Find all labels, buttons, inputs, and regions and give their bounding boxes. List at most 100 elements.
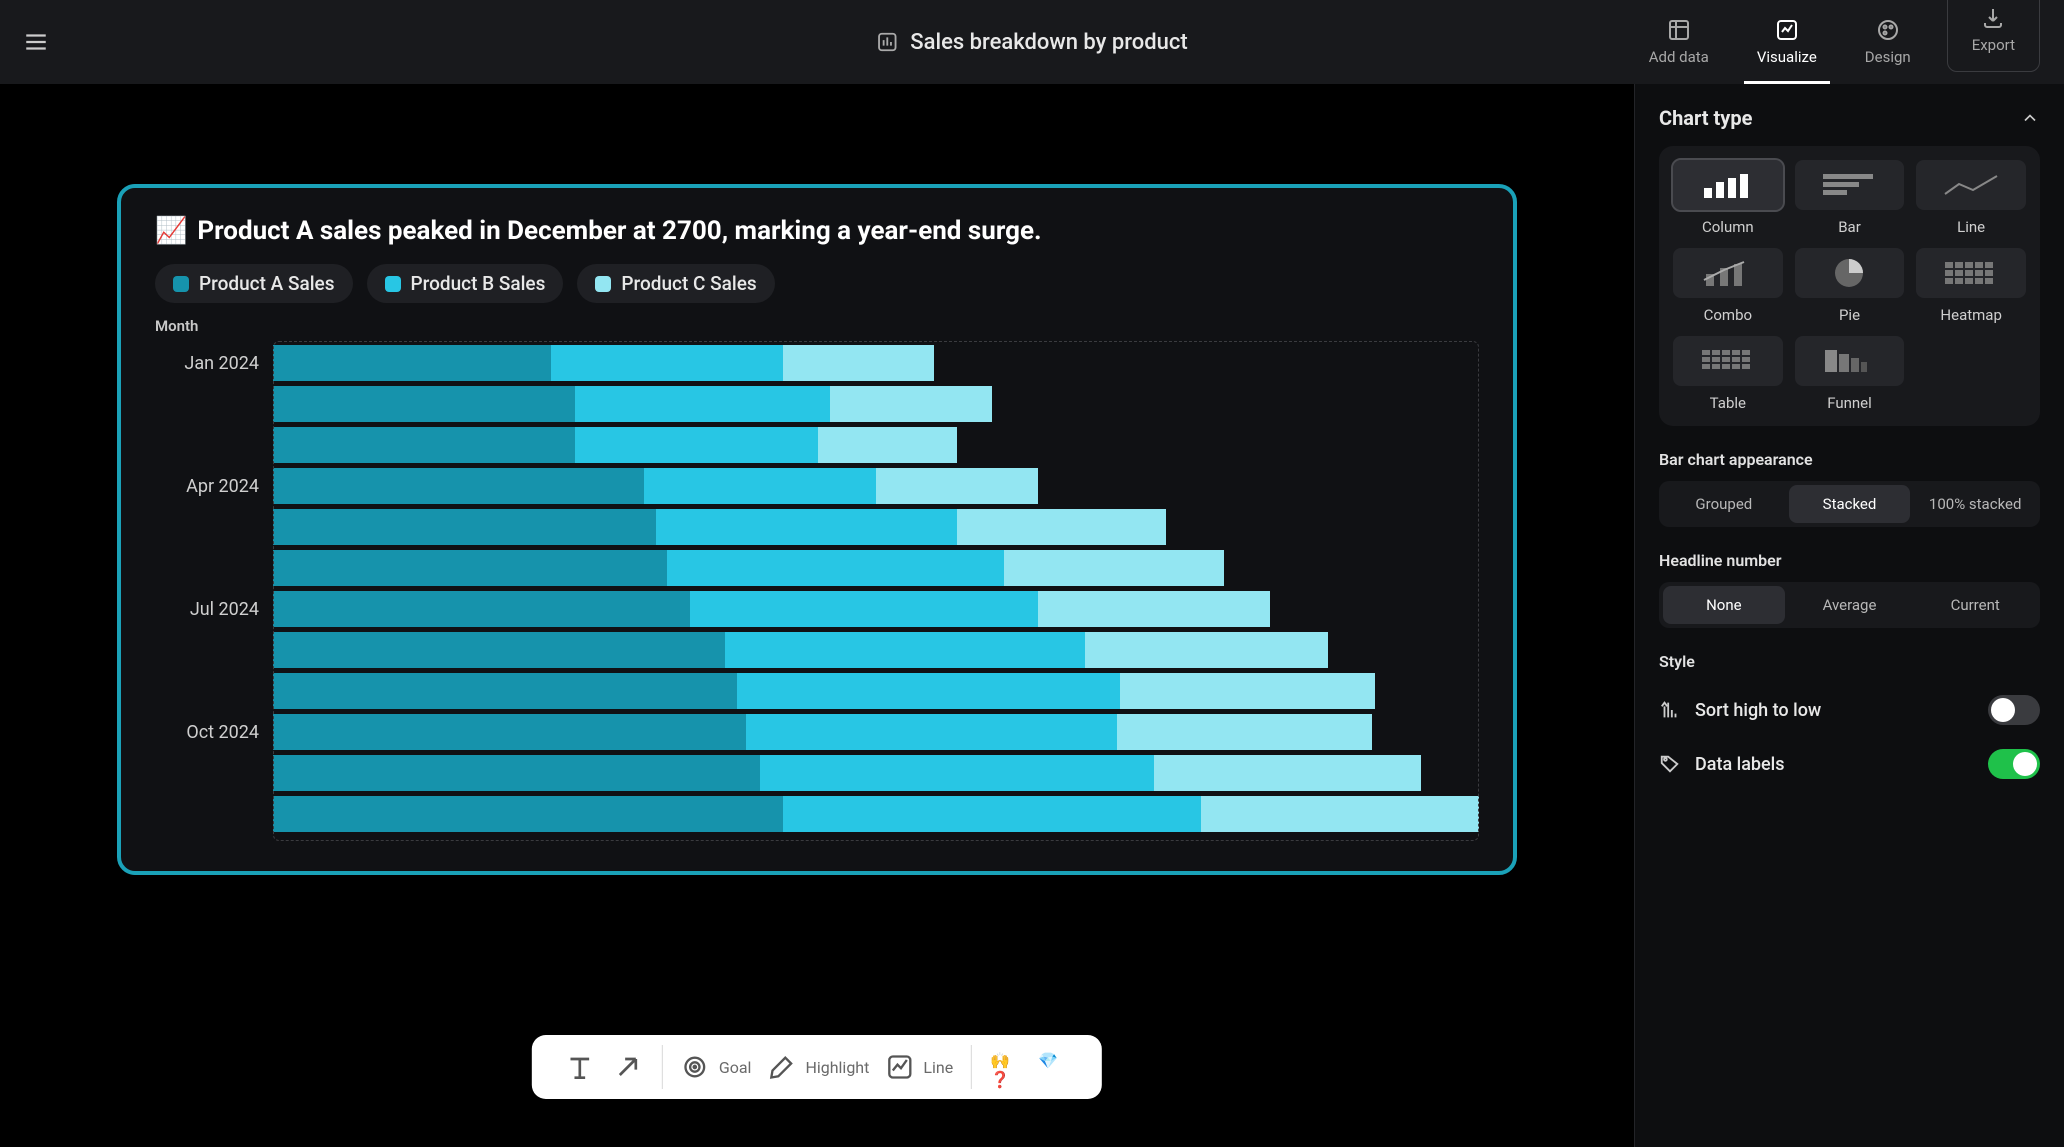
- headline-average[interactable]: Average: [1789, 586, 1911, 624]
- bar-segment[interactable]: [737, 673, 1120, 709]
- arrow-tool-button[interactable]: [612, 1051, 644, 1083]
- bar-segment[interactable]: [273, 796, 783, 832]
- bar-segment[interactable]: [273, 345, 551, 381]
- bar-segment[interactable]: [273, 632, 725, 668]
- bar-icon: [1795, 160, 1905, 210]
- chart-type-bar[interactable]: Bar: [1795, 160, 1905, 236]
- bar-segment[interactable]: [760, 755, 1154, 791]
- bar-row[interactable]: [273, 673, 1479, 709]
- y-tick: Apr 2024: [155, 468, 273, 504]
- headline-toggle: None Average Current: [1659, 582, 2040, 628]
- bar-segment[interactable]: [783, 345, 934, 381]
- bar-segment[interactable]: [818, 427, 957, 463]
- text-tool-button[interactable]: [564, 1051, 596, 1083]
- bar-segment[interactable]: [273, 714, 746, 750]
- chart-type-line[interactable]: Line: [1916, 160, 2026, 236]
- style-title: Style: [1659, 652, 2040, 671]
- y-tick: Jan 2024: [155, 345, 273, 381]
- bar-segment[interactable]: [667, 550, 1003, 586]
- bar-segment[interactable]: [644, 468, 876, 504]
- bar-segment[interactable]: [575, 427, 819, 463]
- bar-segment[interactable]: [690, 591, 1038, 627]
- tab-design[interactable]: Design: [1841, 0, 1935, 84]
- bar-row[interactable]: [273, 714, 1479, 750]
- bar-segment[interactable]: [830, 386, 992, 422]
- bar-segment[interactable]: [273, 755, 760, 791]
- button-label: Highlight: [805, 1058, 869, 1077]
- bar-row[interactable]: [273, 632, 1479, 668]
- legend-item[interactable]: Product A Sales: [155, 264, 353, 303]
- bar-segment[interactable]: [1004, 550, 1224, 586]
- bar-segment[interactable]: [273, 386, 575, 422]
- export-button[interactable]: Export: [1947, 0, 2040, 72]
- line-button[interactable]: Line: [885, 1053, 953, 1081]
- combo-icon: [1673, 248, 1783, 298]
- data-labels-label: Data labels: [1695, 754, 1974, 775]
- chart-emoji-icon: 📈: [155, 216, 187, 246]
- appearance-stacked[interactable]: Stacked: [1789, 485, 1911, 523]
- bar-segment[interactable]: [1117, 714, 1372, 750]
- bar-row[interactable]: [273, 755, 1479, 791]
- legend-item[interactable]: Product B Sales: [367, 264, 564, 303]
- legend-item[interactable]: Product C Sales: [577, 264, 774, 303]
- data-labels-toggle[interactable]: [1988, 749, 2040, 779]
- chart-type-table[interactable]: Table: [1673, 336, 1783, 412]
- menu-button[interactable]: [16, 22, 56, 62]
- bar-segment[interactable]: [876, 468, 1038, 504]
- type-label: Column: [1702, 218, 1754, 236]
- chart-card[interactable]: 📈 Product A sales peaked in December at …: [117, 184, 1517, 875]
- bar-segment[interactable]: [783, 796, 1200, 832]
- bar-segment[interactable]: [957, 509, 1166, 545]
- bar-row[interactable]: [273, 550, 1479, 586]
- sort-icon: [1659, 699, 1681, 721]
- headline-none[interactable]: None: [1663, 586, 1785, 624]
- bar-segment[interactable]: [746, 714, 1117, 750]
- bar-segment[interactable]: [273, 427, 575, 463]
- sticker-diamond-icon[interactable]: 💎: [1038, 1051, 1070, 1083]
- bar-row[interactable]: [273, 591, 1479, 627]
- goal-button[interactable]: Goal: [681, 1053, 752, 1081]
- bar-segment[interactable]: [1154, 755, 1421, 791]
- sticker-hands-icon[interactable]: 🙌❓: [990, 1051, 1022, 1083]
- y-tick: Oct 2024: [155, 714, 273, 750]
- tab-label: Add data: [1649, 48, 1709, 66]
- highlight-button[interactable]: Highlight: [767, 1053, 869, 1081]
- bar-segment[interactable]: [273, 591, 690, 627]
- funnel-icon: [1795, 336, 1905, 386]
- chart-type-combo[interactable]: Combo: [1673, 248, 1783, 324]
- bar-segment[interactable]: [656, 509, 958, 545]
- bar-segment[interactable]: [273, 673, 737, 709]
- tab-add-data[interactable]: Add data: [1625, 0, 1733, 84]
- sort-label: Sort high to low: [1695, 700, 1974, 721]
- bar-segment[interactable]: [1201, 796, 1479, 832]
- bar-row[interactable]: [273, 427, 1479, 463]
- bar-row[interactable]: [273, 386, 1479, 422]
- chart-headline: Product A sales peaked in December at 27…: [197, 216, 1041, 246]
- section-chart-type[interactable]: Chart type: [1659, 106, 2040, 130]
- bar-row[interactable]: [273, 796, 1479, 832]
- bar-segment[interactable]: [273, 509, 656, 545]
- bar-segment[interactable]: [273, 550, 667, 586]
- bar-segment[interactable]: [1038, 591, 1270, 627]
- headline-current[interactable]: Current: [1914, 586, 2036, 624]
- appearance-100stacked[interactable]: 100% stacked: [1914, 485, 2036, 523]
- bar-row[interactable]: [273, 509, 1479, 545]
- bar-segment[interactable]: [273, 468, 644, 504]
- bar-row[interactable]: [273, 345, 1479, 381]
- chart-type-funnel[interactable]: Funnel: [1795, 336, 1905, 412]
- bar-segment[interactable]: [551, 345, 783, 381]
- bar-segment[interactable]: [1120, 673, 1375, 709]
- legend-label: Product A Sales: [199, 272, 335, 295]
- chart-type-column[interactable]: Column: [1673, 160, 1783, 236]
- appearance-grouped[interactable]: Grouped: [1663, 485, 1785, 523]
- bar-segment[interactable]: [725, 632, 1084, 668]
- bar-segment[interactable]: [1085, 632, 1329, 668]
- chart-type-pie[interactable]: Pie: [1795, 248, 1905, 324]
- bar-row[interactable]: [273, 468, 1479, 504]
- tab-visualize[interactable]: Visualize: [1733, 0, 1841, 84]
- canvas[interactable]: 📈 Product A sales peaked in December at …: [0, 84, 1634, 1147]
- sort-toggle[interactable]: [1988, 695, 2040, 725]
- bar-segment[interactable]: [575, 386, 830, 422]
- section-title: Chart type: [1659, 106, 1752, 130]
- chart-type-heatmap[interactable]: Heatmap: [1916, 248, 2026, 324]
